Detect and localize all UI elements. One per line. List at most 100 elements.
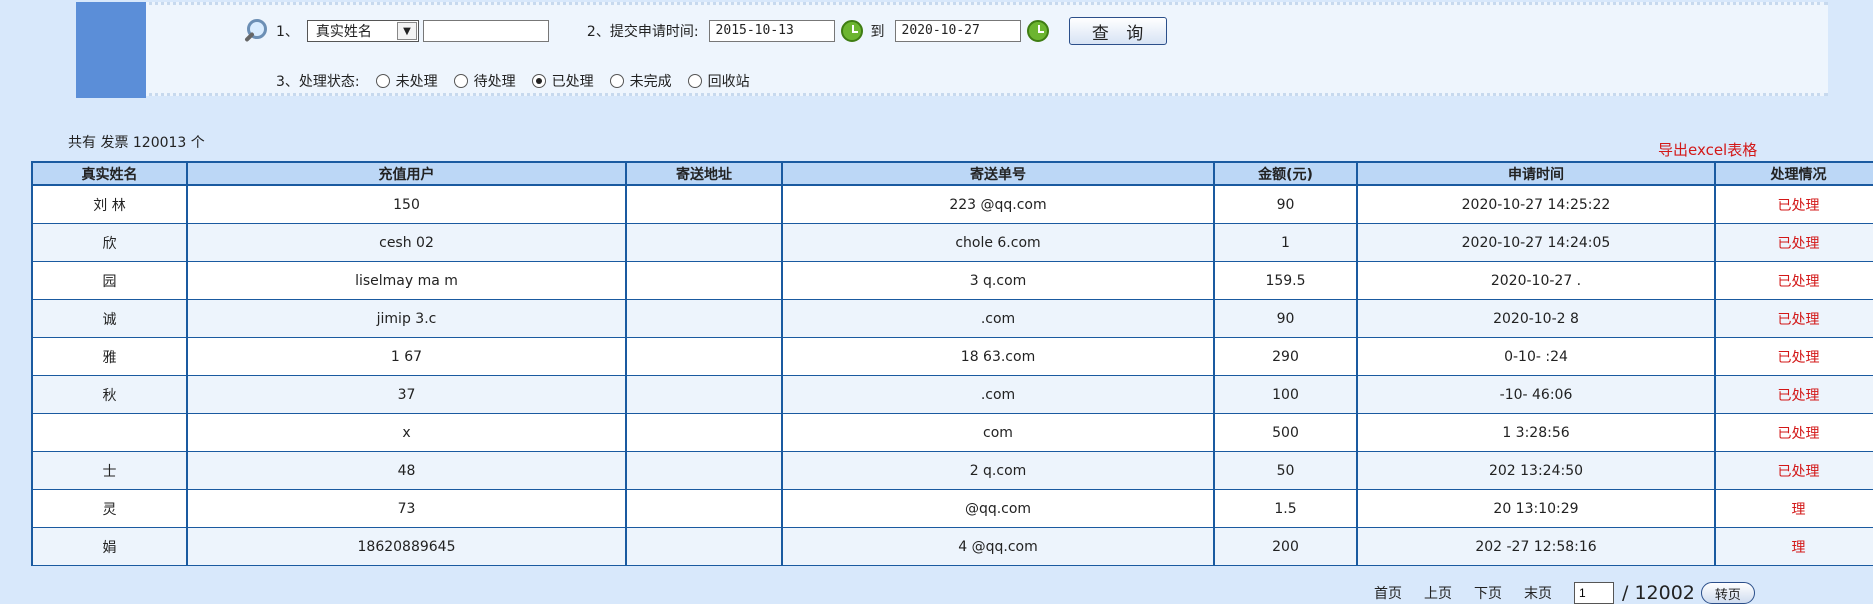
table-header-row: 真实姓名 充值用户 寄送地址 寄送单号 金额(元) 申请时间 处理情况 [31,161,1873,186]
cell-amount: 100 [1213,375,1358,414]
cell-amount: 90 [1213,299,1358,338]
col-header-time: 申请时间 [1356,161,1716,186]
table-row: 园 liselmay ma m 3 q.com 159.5 2020-10-27… [31,261,1873,300]
cell-status[interactable]: 理 [1714,527,1873,566]
cell-name: 娟 [31,527,188,566]
cell-amount: 90 [1213,184,1358,224]
status-radio-unfinished[interactable] [609,74,624,88]
next-page-link[interactable]: 下页 [1474,583,1502,603]
status-label-processed: 已处理 [551,74,594,90]
cell-user: 73 [186,489,627,528]
cell-time: 2020-10-2 8 [1356,299,1716,338]
cell-time: 2020-10-27 . [1356,261,1716,300]
cell-amount: 290 [1213,337,1358,376]
cell-address [625,489,783,528]
cell-user: 1 67 [186,337,627,376]
status-radio-unprocessed[interactable] [375,74,390,88]
step3-label: 3、处理状态: [276,74,360,90]
cell-name: 诚 [31,299,188,338]
field-select[interactable]: 真实姓名 ▼ [306,20,419,42]
step1-label: 1、 [276,24,299,40]
cell-address [625,261,783,300]
date-from-input[interactable]: 2015-10-13 [708,20,835,42]
cell-amount: 1.5 [1213,489,1358,528]
cell-user: liselmay ma m [186,261,627,300]
cell-name: 园 [31,261,188,300]
status-label-unprocessed: 未处理 [395,74,438,90]
clock-icon[interactable] [1026,20,1049,42]
cell-amount: 1 [1213,223,1358,262]
total-pages: / 12002 [1622,582,1695,604]
export-excel-link[interactable]: 导出excel表格 [1658,139,1757,160]
cell-status[interactable]: 理 [1714,489,1873,528]
cell-user: 48 [186,451,627,490]
cell-user: x [186,413,627,452]
search-icon [244,18,270,44]
cell-status[interactable]: 已处理 [1714,261,1873,300]
cell-status[interactable]: 已处理 [1714,375,1873,414]
cell-user: 150 [186,184,627,224]
table-row: 娟 18620889645 4 @qq.com 200 202 -27 12:5… [31,527,1873,566]
cell-user: jimip 3.c [186,299,627,338]
cell-status[interactable]: 已处理 [1714,451,1873,490]
cell-amount: 159.5 [1213,261,1358,300]
status-label-recycle: 回收站 [707,74,750,90]
cell-user: 37 [186,375,627,414]
cell-address [625,451,783,490]
cell-address [625,527,783,566]
cell-tracking: .com [781,299,1215,338]
last-page-link[interactable]: 末页 [1524,583,1552,603]
status-radio-processed[interactable] [531,74,546,88]
cell-status[interactable]: 已处理 [1714,413,1873,452]
cell-name: 灵 [31,489,188,528]
status-label-pending: 待处理 [473,74,516,90]
page-number-input[interactable] [1574,582,1614,604]
cell-time: -10- 46:06 [1356,375,1716,414]
table-row: 灵 73 @qq.com 1.5 20 13:10:29 理 [31,489,1873,528]
table-row: 秋 37 .com 100 -10- 46:06 已处理 [31,375,1873,414]
cell-status[interactable]: 已处理 [1714,223,1873,262]
date-to-label: 到 [870,24,885,40]
cell-status[interactable]: 已处理 [1714,337,1873,376]
cell-address [625,299,783,338]
cell-time: 202 13:24:50 [1356,451,1716,490]
pagination: 首页 上页 下页 末页 / 12002 转页 [1374,582,1755,604]
cell-name: 秋 [31,375,188,414]
total-count: 共有 发票 120013 个 [68,135,205,151]
query-button[interactable]: 查 询 [1068,17,1167,45]
col-header-address: 寄送地址 [625,161,783,186]
cell-status[interactable]: 已处理 [1714,299,1873,338]
cell-address [625,223,783,262]
cell-amount: 200 [1213,527,1358,566]
cell-user: 18620889645 [186,527,627,566]
cell-tracking: 3 q.com [781,261,1215,300]
clock-icon[interactable] [840,20,863,42]
cell-status[interactable]: 已处理 [1714,184,1873,224]
cell-time: 20 13:10:29 [1356,489,1716,528]
cell-address [625,375,783,414]
search-panel: 1、 真实姓名 ▼ 2、提交申请时间: 2015-10-13 到 2020-10… [76,2,1828,98]
date-to-input[interactable]: 2020-10-27 [894,20,1021,42]
go-page-button[interactable]: 转页 [1700,582,1755,604]
cell-name: 欣 [31,223,188,262]
cell-address [625,413,783,452]
keyword-input[interactable] [422,20,549,42]
logo-block [76,2,146,98]
cell-amount: 50 [1213,451,1358,490]
cell-name: 士 [31,451,188,490]
cell-address [625,337,783,376]
first-page-link[interactable]: 首页 [1374,583,1402,603]
status-label-unfinished: 未完成 [629,74,672,90]
cell-address [625,184,783,224]
col-header-tracking: 寄送单号 [781,161,1215,186]
status-radio-recycle[interactable] [687,74,702,88]
chevron-down-icon[interactable]: ▼ [396,22,417,40]
cell-tracking: chole 6.com [781,223,1215,262]
field-select-value: 真实姓名 [315,24,372,40]
cell-name: 刘 林 [31,184,188,224]
cell-time: 2020-10-27 14:25:22 [1356,184,1716,224]
cell-name: 雅 [31,337,188,376]
status-radio-pending[interactable] [453,74,468,88]
cell-time: 1 3:28:56 [1356,413,1716,452]
prev-page-link[interactable]: 上页 [1424,583,1452,603]
